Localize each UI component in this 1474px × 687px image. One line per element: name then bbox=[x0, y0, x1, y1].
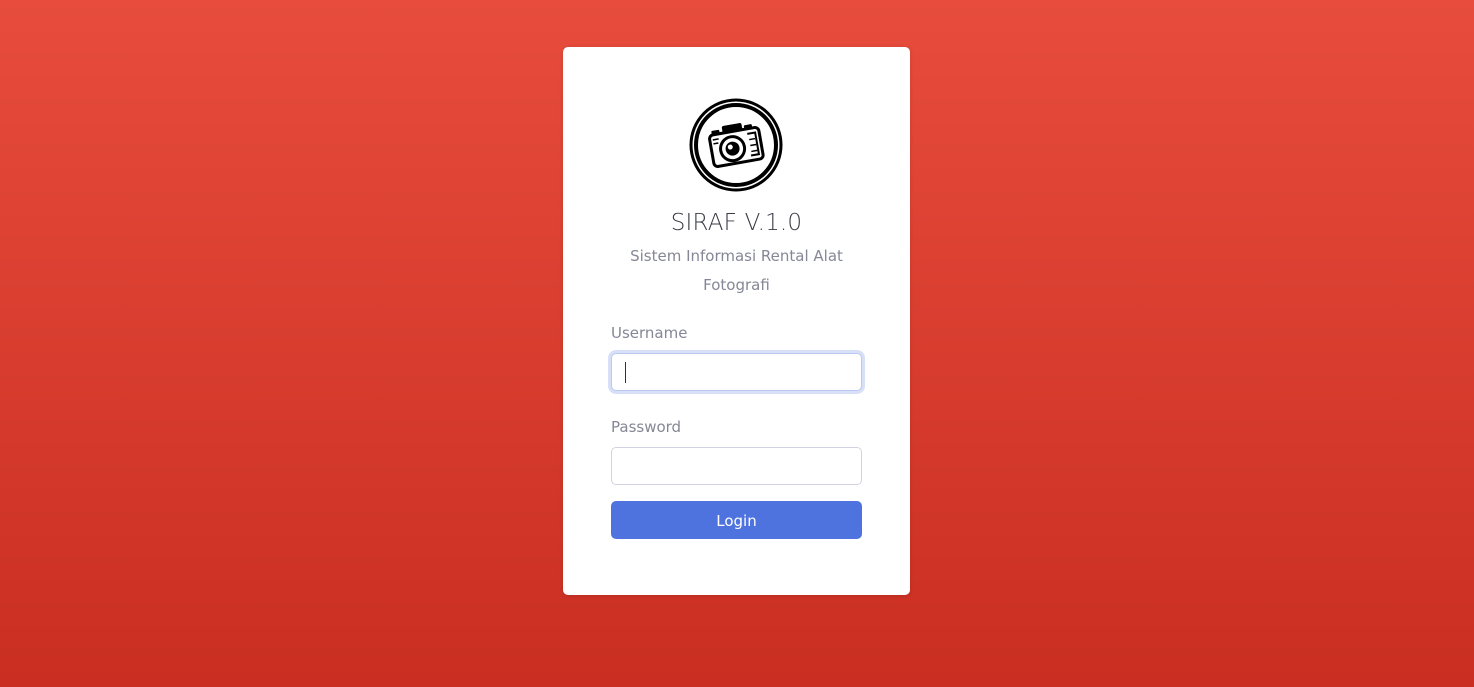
username-input[interactable] bbox=[611, 353, 862, 391]
login-button[interactable]: Login bbox=[611, 501, 862, 539]
password-group: Password bbox=[611, 415, 862, 485]
password-label: Password bbox=[611, 418, 682, 436]
text-caret bbox=[625, 362, 626, 383]
login-card: SIRAF V.1.0 Sistem Informasi Rental Alat… bbox=[563, 47, 910, 595]
app-title: SIRAF V.1.0 bbox=[670, 210, 803, 236]
login-form: Username Password Login bbox=[611, 321, 862, 539]
username-group: Username bbox=[611, 321, 862, 391]
app-subtitle: Sistem Informasi Rental Alat Fotografi bbox=[630, 247, 843, 294]
username-label: Username bbox=[611, 324, 688, 342]
password-input[interactable] bbox=[611, 447, 862, 485]
camera-logo-icon bbox=[689, 98, 783, 192]
